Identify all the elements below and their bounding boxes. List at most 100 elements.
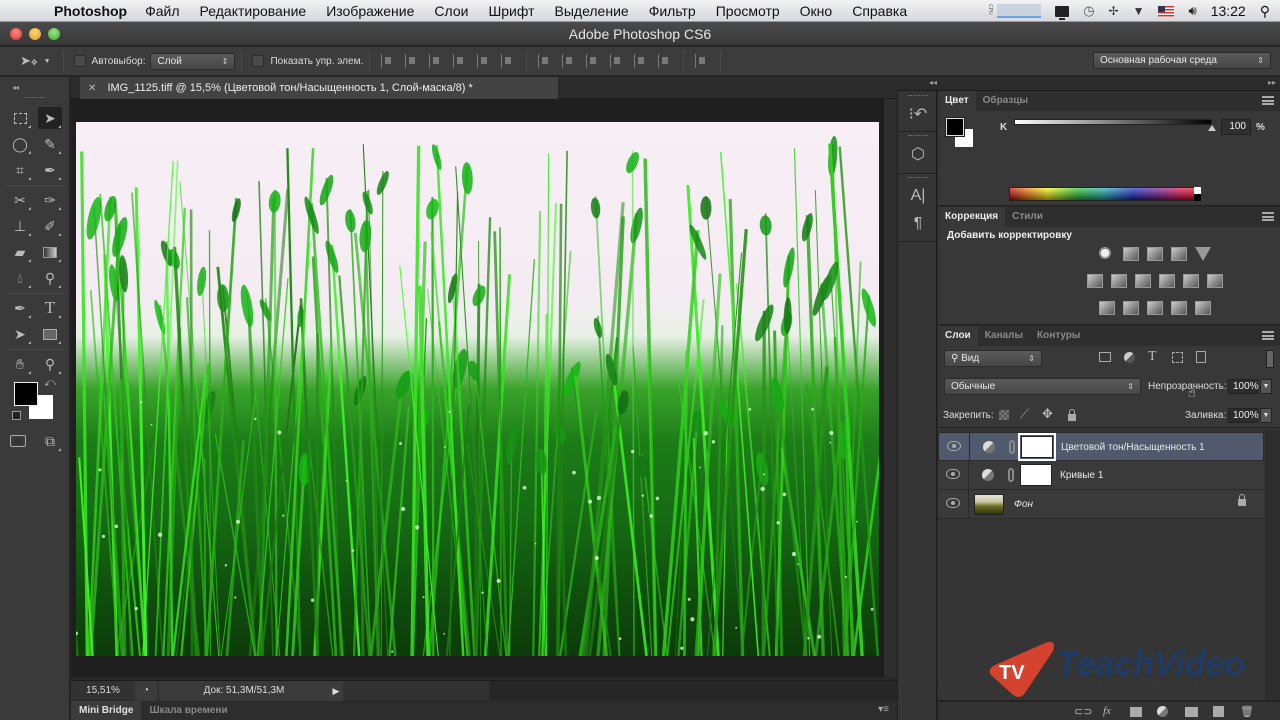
menu-image[interactable]: Изображение [326, 3, 414, 19]
new-layer-icon[interactable] [1213, 706, 1224, 717]
align-horizontal-centers-icon[interactable] [477, 54, 491, 68]
brightness-contrast-icon[interactable] [1099, 247, 1111, 259]
brush-tool-icon[interactable]: ✑ [38, 189, 62, 211]
foreground-color-swatch[interactable] [14, 382, 38, 406]
move-tool-preset-icon[interactable]: ➤✥ [20, 53, 38, 69]
channel-mixer-icon[interactable] [1183, 274, 1199, 288]
expand-dock-icon[interactable]: ▸▸ [1268, 78, 1276, 87]
document-tab[interactable]: ✕ IMG_1125.tiff @ 15,5% (Цветовой тон/На… [80, 77, 558, 99]
photo-filter-icon[interactable] [1159, 274, 1175, 288]
distribute-left-edges-icon[interactable] [610, 54, 624, 68]
new-group-folder-icon[interactable] [1185, 707, 1198, 717]
layer-style-fx-icon[interactable]: fx [1103, 705, 1111, 717]
black-color-chip[interactable] [1194, 194, 1201, 201]
autoselect-checkbox[interactable] [73, 55, 86, 67]
rectangle-tool-icon[interactable] [38, 323, 62, 345]
close-window-button[interactable] [10, 28, 22, 40]
layer-mask-thumbnail[interactable] [1018, 433, 1056, 461]
blend-mode-select[interactable]: Обычные ⇕ [944, 378, 1141, 395]
wifi-icon[interactable]: ▼ [1133, 4, 1145, 18]
menu-select[interactable]: Выделение [555, 3, 629, 19]
posterize-icon[interactable] [1123, 301, 1139, 315]
distribute-bottom-edges-icon[interactable] [586, 54, 600, 68]
workspace-select[interactable]: Основная рабочая среда ⇕ [1093, 52, 1271, 69]
black-white-icon[interactable] [1135, 274, 1151, 288]
lasso-tool-icon[interactable]: ◯ [8, 133, 32, 155]
delete-layer-trash-icon[interactable]: 🗑︎ [1240, 705, 1254, 718]
gradient-tool-icon[interactable] [38, 241, 62, 263]
lock-position-icon[interactable]: ✥ [1042, 406, 1053, 422]
paragraph-panel-icon[interactable]: ¶ [902, 210, 934, 238]
panel-grip[interactable] [908, 95, 928, 97]
color-spectrum-ramp[interactable] [1009, 187, 1201, 201]
vertical-scrollbar[interactable] [883, 99, 897, 677]
lock-transparent-pixels-icon[interactable] [999, 410, 1009, 420]
link-layers-icon[interactable]: ⊂⊃ [1074, 705, 1092, 718]
type-tool-icon[interactable]: T [38, 297, 62, 319]
input-source-flag-icon[interactable] [1158, 5, 1175, 17]
crop-tool-icon[interactable]: ⌗ [8, 159, 32, 181]
character-panel-icon[interactable]: A| [902, 182, 934, 210]
menu-window[interactable]: Окно [800, 3, 833, 19]
align-vertical-centers-icon[interactable] [405, 54, 419, 68]
menu-layer[interactable]: Слои [434, 3, 468, 19]
tab-channels[interactable]: Каналы [978, 326, 1030, 346]
panel-menu-icon[interactable] [1262, 212, 1274, 221]
mask-link-chain-icon[interactable] [1008, 468, 1014, 482]
panel-grip[interactable] [908, 135, 928, 137]
filter-adjustment-layers-icon[interactable] [1124, 352, 1135, 363]
invert-icon[interactable] [1099, 301, 1115, 315]
layer-name[interactable]: Кривые 1 [1060, 461, 1103, 490]
tab-layers[interactable]: Слои [938, 326, 978, 346]
collapse-dock-icon[interactable]: ◂◂ [929, 78, 937, 87]
collapse-panel-icon[interactable]: ◂◂ [12, 83, 19, 92]
new-adjustment-layer-icon[interactable] [1157, 706, 1168, 717]
fill-dropdown-arrow[interactable]: ▼ [1260, 408, 1272, 423]
curves-icon[interactable] [1147, 247, 1163, 261]
add-layer-mask-icon[interactable] [1130, 707, 1142, 717]
hue-saturation-icon[interactable] [1087, 274, 1103, 288]
quick-selection-tool-icon[interactable]: ✎ [38, 133, 62, 155]
fill-input[interactable]: 100% [1228, 408, 1259, 423]
tab-mini-bridge[interactable]: Mini Bridge [71, 701, 142, 720]
auto-align-layers-icon[interactable] [695, 54, 709, 68]
layer-visibility-eye-icon[interactable] [947, 441, 961, 451]
align-bottom-edges-icon[interactable] [429, 54, 443, 68]
canvas-area[interactable] [71, 99, 897, 677]
quick-mask-icon[interactable] [6, 430, 30, 452]
volume-icon[interactable]: 🔊︎ [1188, 3, 1196, 19]
clone-stamp-tool-icon[interactable]: ⊥ [8, 215, 32, 237]
levels-icon[interactable] [1123, 247, 1139, 261]
menu-file[interactable]: Файл [145, 3, 179, 19]
tab-adjustments[interactable]: Коррекция [938, 207, 1006, 227]
panel-grip[interactable] [25, 97, 45, 99]
properties-panel-icon[interactable]: ⬡ [902, 140, 934, 168]
layer-name[interactable]: Цветовой тон/Насыщенность 1 [1061, 433, 1205, 462]
filter-pixel-layers-icon[interactable] [1099, 352, 1111, 362]
dodge-tool-icon[interactable]: ⚲ [38, 267, 62, 289]
color-balance-icon[interactable] [1111, 274, 1127, 288]
bluetooth-icon[interactable]: ✢ [1109, 4, 1119, 18]
menu-edit[interactable]: Редактирование [200, 3, 307, 19]
tab-color[interactable]: Цвет [938, 91, 976, 111]
layer-visibility-eye-icon[interactable] [946, 498, 960, 508]
menu-filter[interactable]: Фильтр [649, 3, 696, 19]
layer-filter-kind-select[interactable]: ⚲ Вид ⇕ [944, 350, 1042, 367]
align-left-edges-icon[interactable] [453, 54, 467, 68]
foreground-color-swatch[interactable] [945, 117, 965, 137]
distribute-top-edges-icon[interactable] [538, 54, 552, 68]
layer-name[interactable]: Фон [1014, 490, 1033, 519]
tab-timeline[interactable]: Шкала времени [141, 701, 235, 720]
tab-styles[interactable]: Стили [1005, 207, 1050, 227]
align-top-edges-icon[interactable] [381, 54, 395, 68]
selective-color-icon[interactable] [1171, 301, 1187, 315]
filter-smart-objects-icon[interactable] [1196, 351, 1206, 363]
tab-paths[interactable]: Контуры [1030, 326, 1087, 346]
status-menu-arrow-icon[interactable]: ▶ [329, 680, 343, 701]
history-brush-tool-icon[interactable]: ✐ [38, 215, 62, 237]
screen-mode-icon[interactable]: ⧉ [38, 430, 62, 452]
distribute-right-edges-icon[interactable] [658, 54, 672, 68]
horizontal-scrollbar[interactable] [489, 680, 949, 701]
k-channel-input[interactable]: 100 [1221, 119, 1251, 135]
opacity-input[interactable]: 100% [1228, 379, 1259, 394]
